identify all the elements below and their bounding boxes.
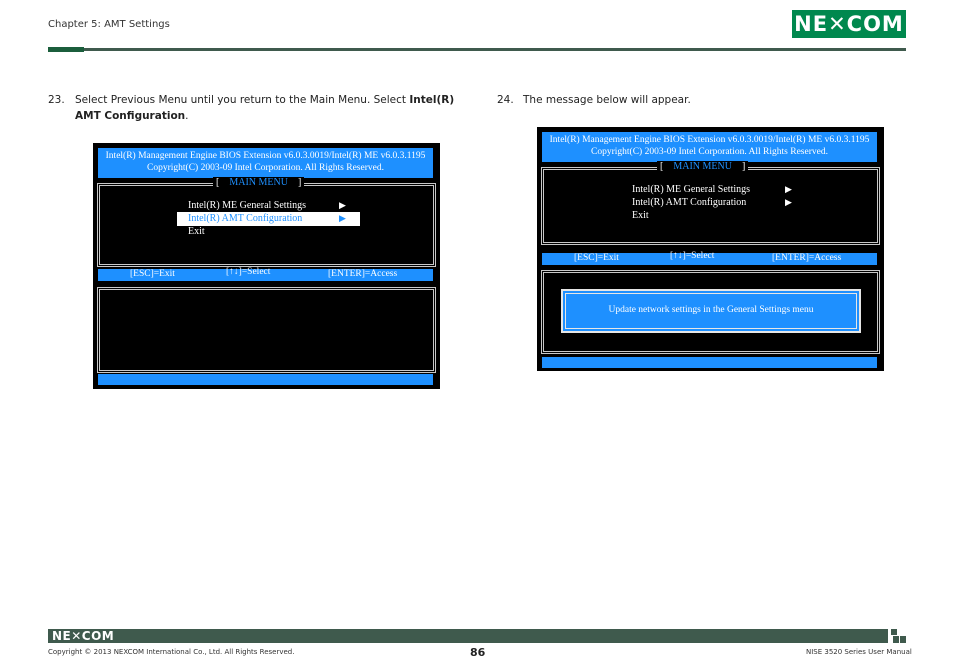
status-esc-exit: [ESC]=Exit xyxy=(130,269,175,279)
menu-item-exit[interactable]: Exit xyxy=(188,226,205,237)
status-select: [↑↓]=Select xyxy=(226,267,271,277)
footer-nexcom-logo: NE✕COM xyxy=(52,629,115,643)
status-enter-access: [ENTER]=Access xyxy=(772,253,842,263)
menu-item-me-general-settings[interactable]: Intel(R) ME General Settings xyxy=(632,184,750,195)
footer-square-decoration xyxy=(891,629,897,635)
step-23-text-post: . xyxy=(185,110,189,122)
status-esc-exit: [ESC]=Exit xyxy=(574,253,619,263)
main-menu-label: MAIN MENU xyxy=(229,177,288,188)
main-menu-bracket-close: ] xyxy=(741,161,746,172)
step-23-bold-2: AMT Configuration xyxy=(75,110,186,122)
submenu-arrow-icon: ▶ xyxy=(339,200,346,210)
status-select: [↑↓]=Select xyxy=(670,251,715,261)
bios-title-line-1: Intel(R) Management Engine BIOS Extensio… xyxy=(549,135,870,145)
message-area-frame xyxy=(97,287,436,373)
main-menu-title: [ MAIN MENU ] xyxy=(213,177,305,188)
menu-item-amt-configuration[interactable]: Intel(R) AMT Configuration xyxy=(632,197,746,208)
step-24-number: 24. xyxy=(497,94,514,106)
submenu-arrow-icon: ▶ xyxy=(339,213,346,223)
nexcom-logo: NE✕COM xyxy=(792,10,906,38)
submenu-arrow-icon: ▶ xyxy=(785,184,792,194)
step-24-text: The message below will appear. xyxy=(523,94,691,106)
bios-screen-main-menu: Intel(R) Management Engine BIOS Extensio… xyxy=(93,143,440,389)
step-23-text-pre: Select Previous Menu until you return to… xyxy=(75,94,410,106)
bios-title-line-1: Intel(R) Management Engine BIOS Extensio… xyxy=(105,151,426,161)
page-number: 86 xyxy=(470,646,486,659)
copyright-notice: Copyright © 2013 NEXCOM International Co… xyxy=(48,648,295,656)
message-text: Update network settings in the General S… xyxy=(608,305,814,315)
step-23-bold-1: Intel(R) xyxy=(409,94,455,106)
step-23-text: Select Previous Menu until you return to… xyxy=(75,92,455,124)
chapter-title: Chapter 5: AMT Settings xyxy=(48,19,170,30)
main-menu-bracket-open: [ xyxy=(660,161,664,172)
menu-item-me-general-settings[interactable]: Intel(R) ME General Settings xyxy=(188,200,306,211)
bios-title-bar: Intel(R) Management Engine BIOS Extensio… xyxy=(542,132,877,162)
bios-title-line-2: Copyright(C) 2003-09 Intel Corporation. … xyxy=(147,163,384,173)
header-rule xyxy=(84,48,906,51)
main-menu-bracket-close: ] xyxy=(297,177,302,188)
menu-item-amt-configuration[interactable]: Intel(R) AMT Configuration xyxy=(188,213,302,224)
header-rule-accent xyxy=(48,47,84,52)
step-23-number: 23. xyxy=(48,94,65,106)
main-menu-bracket-open: [ xyxy=(216,177,220,188)
bios-title-line-2: Copyright(C) 2003-09 Intel Corporation. … xyxy=(591,147,828,157)
footer-square-decoration xyxy=(900,636,906,643)
bios-title-bar: Intel(R) Management Engine BIOS Extensio… xyxy=(98,148,433,178)
footer-bar xyxy=(48,629,888,643)
status-enter-access: [ENTER]=Access xyxy=(328,269,398,279)
manual-title: NISE 3520 Series User Manual xyxy=(806,648,912,656)
main-menu-label: MAIN MENU xyxy=(673,161,732,172)
menu-item-exit[interactable]: Exit xyxy=(632,210,649,221)
main-menu-title: [ MAIN MENU ] xyxy=(657,161,749,172)
message-dialog: Update network settings in the General S… xyxy=(561,289,861,333)
submenu-arrow-icon: ▶ xyxy=(785,197,792,207)
bottom-bar xyxy=(98,374,433,385)
bios-screen-message: Intel(R) Management Engine BIOS Extensio… xyxy=(537,127,884,371)
footer-square-decoration xyxy=(893,636,899,643)
bottom-bar xyxy=(542,357,877,368)
